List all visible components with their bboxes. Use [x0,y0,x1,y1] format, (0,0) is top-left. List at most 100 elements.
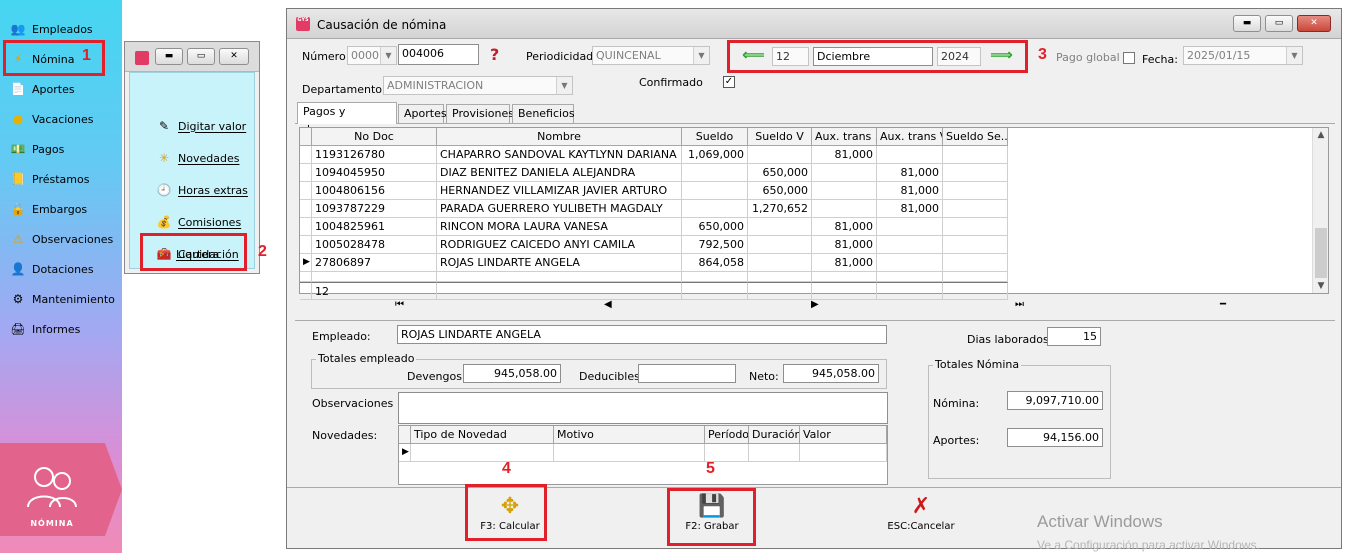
nav-prev-button[interactable]: ◀ [604,299,612,310]
cell-sueldo[interactable]: 864,058 [682,254,748,272]
aportes-total-field[interactable]: 94,156.00 [1007,428,1103,447]
sidebar-item-informes[interactable]: 🖨 Informes [10,318,120,340]
cell-no-doc[interactable]: 27806897 [312,254,437,272]
row-indicator[interactable] [300,218,312,236]
cell-sueldo-se[interactable] [943,164,1008,182]
minimize-button[interactable]: ▬ [1233,15,1261,32]
cell-sueldo[interactable]: 650,000 [682,218,748,236]
confirmado-checkbox[interactable]: ✓ [723,76,735,88]
sidebar-item-pagos[interactable]: 💵 Pagos [10,138,120,160]
devengos-field[interactable]: 945,058.00 [463,364,561,383]
cell-sueldo-se[interactable] [943,218,1008,236]
cell-sueldo[interactable] [682,182,748,200]
cell-sueldo-se[interactable] [943,236,1008,254]
cell-sueldo-v[interactable]: 650,000 [748,164,812,182]
cell-sueldo[interactable]: 792,500 [682,236,748,254]
numero-prefix-select[interactable]: 0000 ▼ [347,46,397,65]
sidebar-item-nomina[interactable]: ⚡ Nómina [10,48,120,70]
nav-last-button[interactable]: ⏭ [1015,299,1024,310]
row-indicator[interactable] [300,164,312,182]
cell-sueldo-v[interactable] [748,218,812,236]
cell-aux-trans-vt[interactable]: 81,000 [877,164,943,182]
calcular-button[interactable]: ✥ F3: Calcular [470,493,550,545]
cancelar-button[interactable]: ✗ ESC:Cancelar [881,493,961,545]
cell-no-doc[interactable]: 1093787229 [312,200,437,218]
cell-nombre[interactable]: PARADA GUERRERO YULIBETH MAGDALY [437,200,682,218]
tab-aportes[interactable]: Aportes [398,104,447,123]
cell-aux-trans[interactable]: 81,000 [812,218,877,236]
cell-aux-trans-vt[interactable]: 81,000 [877,182,943,200]
scroll-up-icon[interactable]: ▲ [1313,130,1329,140]
row-indicator[interactable] [300,182,312,200]
fecha-select[interactable]: 2025/01/15 ▼ [1183,46,1303,65]
column-header-aux-trans-vt[interactable]: Aux. trans Vt [877,128,943,146]
row-indicator[interactable] [300,146,312,164]
cell-aux-trans[interactable]: 81,000 [812,236,877,254]
cell-no-doc[interactable]: 1193126780 [312,146,437,164]
tab-beneficios[interactable]: Beneficios [512,104,575,123]
submenu-item-horas-extras[interactable]: 🕘 Horas extras [156,179,248,201]
help-icon[interactable]: ? [490,45,499,64]
close-button[interactable]: ✕ [1297,15,1331,32]
sidebar-item-mantenimiento[interactable]: ⚙ Mantenimiento [10,288,120,310]
cell-sueldo[interactable] [682,200,748,218]
cell-aux-trans-vt[interactable] [877,218,943,236]
cell-sueldo-v[interactable]: 650,000 [748,182,812,200]
cell-sueldo-v[interactable] [748,146,812,164]
minimize-button[interactable]: ▬ [155,48,183,65]
sidebar-item-vacaciones[interactable]: ● Vacaciones [10,108,120,130]
cell-aux-trans[interactable] [812,164,877,182]
column-header-tipo-novedad[interactable]: Tipo de Novedad [411,426,554,444]
cell-sueldo[interactable] [682,164,748,182]
cell-sueldo-v[interactable] [748,236,812,254]
sidebar-item-prestamos[interactable]: 📒 Préstamos [10,168,120,190]
column-header-sueldo-v[interactable]: Sueldo V [748,128,812,146]
period-day-field[interactable]: 12 [772,47,809,66]
maximize-button[interactable]: ▭ [1265,15,1293,32]
cell-aux-trans-vt[interactable]: 81,000 [877,200,943,218]
cell-no-doc[interactable]: 1004825961 [312,218,437,236]
sidebar-item-aportes[interactable]: 📄 Aportes [10,78,120,100]
numero-input[interactable]: 004006 [398,44,479,65]
cell-aux-trans[interactable]: 81,000 [812,146,877,164]
cell-aux-trans[interactable]: 81,000 [812,254,877,272]
cell-nombre[interactable]: CHAPARRO SANDOVAL KAYTLYNN DARIANA [437,146,682,164]
dias-laborados-field[interactable]: 15 [1047,327,1101,346]
close-button[interactable]: ✕ [219,48,249,65]
sidebar-item-dotaciones[interactable]: 👤 Dotaciones [10,258,120,280]
scrollbar-thumb[interactable] [1315,228,1327,278]
sidebar-item-empleados[interactable]: 👥 Empleados [10,18,120,40]
deducibles-field[interactable] [638,364,736,383]
column-header-no-doc[interactable]: No Doc [312,128,437,146]
cell-aux-trans[interactable] [812,182,877,200]
column-header-nombre[interactable]: Nombre [437,128,682,146]
sidebar-item-embargos[interactable]: 🔒 Embargos [10,198,120,220]
submenu-item-digitar-valor[interactable]: ✎ Digitar valor [156,115,246,137]
cell-nombre[interactable]: HERNANDEZ VILLAMIZAR JAVIER ARTURO [437,182,682,200]
row-indicator[interactable] [300,236,312,254]
column-header-aux-trans[interactable]: Aux. trans ... [812,128,877,146]
cell-sueldo-se[interactable] [943,146,1008,164]
cell-sueldo-se[interactable] [943,200,1008,218]
grabar-button[interactable]: 💾 F2: Grabar [672,493,752,545]
nomina-module-tile[interactable]: NÓMINA [0,443,122,536]
nav-delete-button[interactable]: ━ [1220,299,1226,310]
empleado-field[interactable]: ROJAS LINDARTE ANGELA [397,325,887,344]
cell-aux-trans-vt[interactable] [877,146,943,164]
cell-aux-trans[interactable] [812,200,877,218]
cell-no-doc[interactable]: 1005028478 [312,236,437,254]
cell-sueldo[interactable]: 1,069,000 [682,146,748,164]
nav-first-button[interactable]: ⏮ [395,299,404,310]
prev-period-arrow-icon[interactable]: ⟸ [742,45,765,64]
novedades-grid[interactable]: Tipo de Novedad Motivo Período Duración … [398,425,888,485]
cell-sueldo-se[interactable] [943,182,1008,200]
maximize-button[interactable]: ▭ [187,48,215,65]
cell-nombre[interactable]: RINCON MORA LAURA VANESA [437,218,682,236]
cell-nombre[interactable]: DIAZ BENITEZ DANIELA ALEJANDRA [437,164,682,182]
neto-field[interactable]: 945,058.00 [783,364,879,383]
cell-sueldo-se[interactable] [943,254,1008,272]
submenu-item-comisiones[interactable]: 💰 Comisiones [156,211,242,233]
period-month-field[interactable]: Dciembre [813,47,933,66]
cell-sueldo-v[interactable] [748,254,812,272]
cell-no-doc[interactable]: 1094045950 [312,164,437,182]
